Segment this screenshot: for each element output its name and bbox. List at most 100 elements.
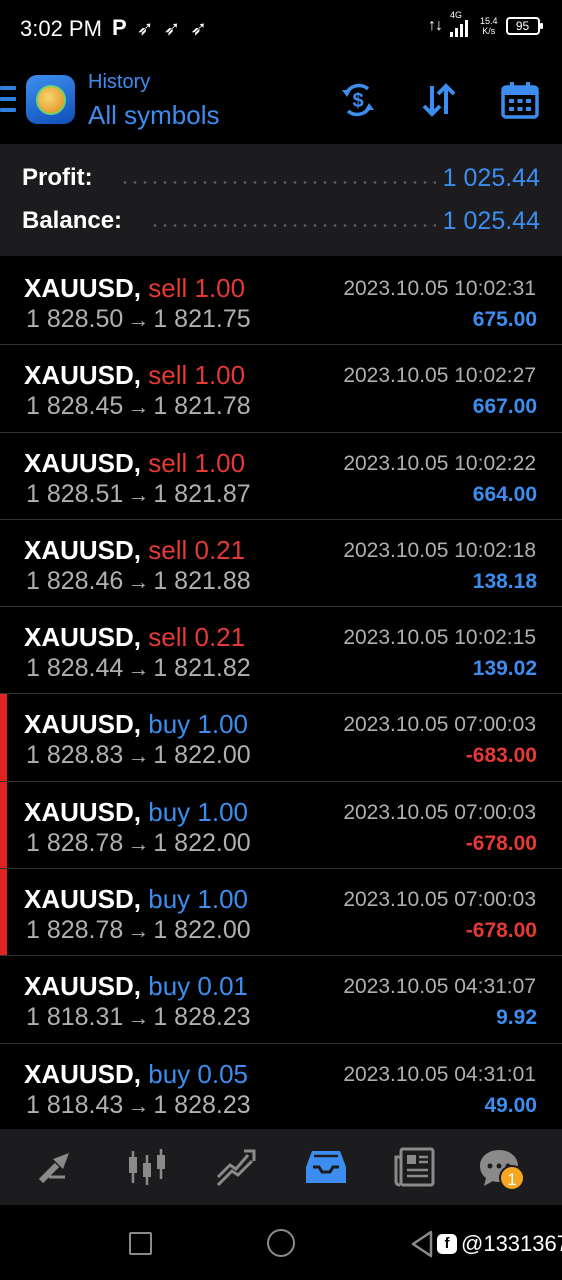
deal-volume: 1.00 (194, 273, 246, 303)
deal-profit: -683.00 (465, 744, 537, 768)
deal-row[interactable]: XAUUSD, buy 1.00 2023.10.05 07:00:03 1 828… (0, 869, 562, 957)
bottom-navigation: 1 (0, 1129, 562, 1205)
news-icon (394, 1147, 435, 1187)
deal-symbol: XAUUSD, (24, 622, 142, 653)
deal-volume: 1.00 (194, 360, 246, 391)
deal-row[interactable]: XAUUSD, sell 0.21 2023.10.05 10:02:18 1 82… (0, 520, 562, 608)
arrow-icon: → (127, 1005, 150, 1031)
deal-volume: 1.00 (194, 447, 246, 478)
deal-volume: 0.01 (197, 971, 249, 1002)
deal-row[interactable]: XAUUSD, buy 0.05 2023.10.05 04:31:01 1 818… (0, 1044, 562, 1131)
deal-prices: 1 828.50 → 1 821.75 (26, 305, 251, 334)
deal-type: sell (148, 273, 188, 303)
balance-row: Balance: 1 025.44 (22, 207, 540, 237)
deal-close-price: 1 822.00 (153, 741, 251, 770)
profit-value: 1 025.44 (442, 164, 540, 192)
deal-row[interactable]: XAUUSD, buy 0.01 2023.10.05 04:31:07 1 818… (0, 956, 562, 1044)
trade-icon (216, 1149, 256, 1187)
deal-type: buy (148, 1058, 191, 1089)
status-time: 3:02 PM (20, 16, 102, 41)
deal-open-price: 1 828.78 (26, 916, 124, 945)
balance-label: Balance: (22, 207, 123, 234)
deal-symbol: XAUUSD, (24, 971, 142, 1002)
nav-trade[interactable] (214, 1145, 258, 1189)
deal-row[interactable]: XAUUSD, buy 1.00 2023.10.05 07:00:03 1 828… (0, 694, 562, 782)
deposit-filter-button[interactable]: $ (338, 80, 378, 120)
deal-time: 2023.10.05 10:02:18 (343, 538, 536, 562)
sort-button[interactable] (419, 80, 459, 120)
deal-volume: 0.21 (194, 622, 246, 653)
page-subtitle: History (88, 71, 151, 93)
deal-prices: 1 828.78 → 1 822.00 (26, 916, 251, 945)
profit-row: Profit: 1 025.44 (22, 164, 540, 194)
arrow-icon: → (127, 394, 150, 420)
home-button[interactable] (267, 1229, 295, 1257)
arrow-icon: → (127, 1092, 150, 1118)
deal-symbol: XAUUSD, (24, 273, 142, 303)
deal-volume: 0.21 (194, 534, 246, 565)
deal-volume: 1.00 (197, 884, 249, 915)
network-type: 4G (450, 10, 463, 20)
deal-row[interactable]: XAUUSD, sell 1.00 2023.10.05 10:02:22 1 82… (0, 433, 562, 520)
deal-profit: 667.00 (472, 395, 537, 419)
nav-quotes[interactable] (35, 1145, 79, 1189)
deals-list: XAUUSD, sell 1.00 2023.10.05 10:02:31 1 82… (0, 258, 562, 1131)
deal-type: buy (148, 796, 191, 827)
leader-dots (120, 181, 436, 184)
deal-prices: 1 818.43 → 1 828.23 (26, 1091, 251, 1120)
deal-prices: 1 828.78 → 1 822.00 (26, 829, 251, 858)
deal-profit: 664.00 (472, 482, 537, 506)
deal-open-price: 1 828.50 (26, 305, 124, 333)
deal-row[interactable]: XAUUSD, sell 0.21 2023.10.05 10:02:15 1 82… (0, 607, 562, 695)
deal-row[interactable]: XAUUSD, buy 1.00 2023.10.05 07:00:03 1 828… (0, 781, 562, 870)
deal-header: XAUUSD, buy 0.01 (24, 971, 248, 1002)
deal-volume: 1.00 (197, 709, 249, 740)
account-summary: Profit: 1 025.44 Balance: 1 025.44 (0, 144, 562, 256)
watermark-text: @1331367 (461, 1231, 562, 1256)
nav-history[interactable] (304, 1145, 348, 1189)
deal-close-price: 1 822.00 (153, 916, 251, 945)
arrow-icon: → (127, 743, 150, 769)
app-logo (26, 75, 75, 124)
deal-type: buy (148, 709, 191, 740)
deal-close-price: 1 821.75 (153, 305, 251, 333)
app-header: History All symbols $ (0, 56, 562, 144)
deal-volume: 0.05 (197, 1058, 249, 1089)
deal-time: 2023.10.05 07:00:03 (343, 713, 536, 737)
svg-text:$: $ (352, 90, 363, 112)
deal-row[interactable]: XAUUSD, sell 1.00 2023.10.05 10:02:27 1 82… (0, 345, 562, 433)
deal-header: XAUUSD, sell 1.00 (24, 273, 245, 304)
deal-prices: 1 828.46 → 1 821.88 (26, 567, 251, 596)
deal-header: XAUUSD, sell 0.21 (24, 622, 245, 653)
deal-symbol: XAUUSD, (24, 534, 142, 565)
nav-chart[interactable] (125, 1145, 169, 1189)
sort-arrows-icon (422, 83, 456, 117)
page-title[interactable]: All symbols (88, 100, 219, 131)
deal-time: 2023.10.05 07:00:03 (343, 800, 536, 824)
deal-row[interactable]: XAUUSD, sell 1.00 2023.10.05 10:02:31 1 82… (0, 258, 562, 346)
notification-app-icon: ➶ (163, 17, 181, 40)
deal-type: buy (148, 884, 191, 915)
deal-header: XAUUSD, buy 1.00 (24, 797, 248, 828)
deal-prices: 1 828.51 → 1 821.87 (26, 480, 251, 509)
arrow-icon: → (127, 307, 150, 332)
deal-close-price: 1 822.00 (153, 828, 251, 857)
deal-symbol: XAUUSD, (24, 360, 142, 391)
recent-apps-button[interactable] (129, 1232, 152, 1255)
profit-label: Profit: (22, 164, 93, 191)
nav-news[interactable] (393, 1145, 437, 1189)
status-bar: 3:02 PM P ➶ ➶ ➶ ↑↓ 4G 15.4 K/s 95 (0, 0, 562, 56)
deal-volume: 1.00 (197, 796, 249, 827)
deal-profit: 139.02 (472, 657, 537, 681)
notification-app-icon: ➶ (136, 17, 154, 40)
back-icon[interactable] (410, 1230, 434, 1258)
menu-icon[interactable] (0, 86, 18, 112)
deal-profit: -678.00 (465, 919, 537, 943)
deal-type: sell (148, 447, 188, 478)
arrow-icon: → (127, 918, 150, 944)
quotes-icon (38, 1153, 69, 1184)
calendar-button[interactable] (500, 80, 540, 120)
deal-prices: 1 818.31 → 1 828.23 (26, 1003, 251, 1032)
deal-open-price: 1 828.83 (26, 741, 124, 770)
deal-close-price: 1 821.82 (153, 654, 251, 683)
